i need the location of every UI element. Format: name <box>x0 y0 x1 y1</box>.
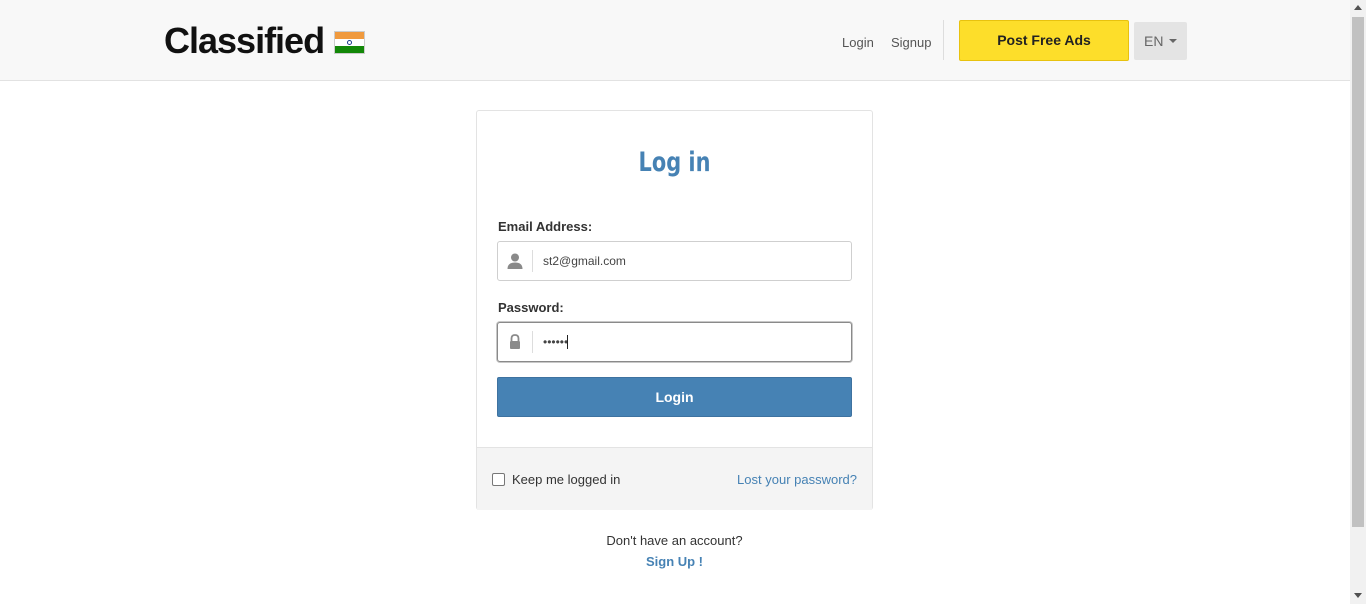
user-icon <box>498 242 532 280</box>
header-signup-link[interactable]: Signup <box>891 35 931 50</box>
india-flag-icon <box>334 31 365 54</box>
email-label: Email Address: <box>498 219 593 234</box>
vertical-scrollbar[interactable] <box>1350 0 1366 604</box>
email-field[interactable] <box>543 242 843 280</box>
password-label: Password: <box>498 300 564 315</box>
scroll-thumb[interactable] <box>1352 17 1364 527</box>
language-dropdown[interactable]: EN <box>1134 22 1187 60</box>
caret-down-icon <box>1169 39 1177 43</box>
lost-password-link[interactable]: Lost your password? <box>737 472 857 487</box>
card-footer: Keep me logged in Lost your password? <box>477 447 872 510</box>
header-login-link[interactable]: Login <box>842 35 874 50</box>
no-account-text: Don't have an account? <box>606 533 743 548</box>
language-label: EN <box>1144 33 1164 49</box>
site-logo[interactable]: Classified <box>164 20 325 62</box>
password-field[interactable] <box>543 323 843 361</box>
scroll-down-arrow-icon[interactable] <box>1354 593 1362 598</box>
email-input-group <box>497 241 852 281</box>
sign-up-link[interactable]: Sign Up ! <box>476 554 873 569</box>
keep-logged-in-label[interactable]: Keep me logged in <box>512 472 620 487</box>
password-input-group <box>497 322 852 362</box>
scroll-up-arrow-icon[interactable] <box>1354 5 1362 10</box>
page-title: Log in <box>638 147 711 178</box>
nav-divider <box>943 20 944 60</box>
post-free-ads-button[interactable]: Post Free Ads <box>959 20 1129 61</box>
login-card: Log in Email Address: Password: Login Ke… <box>476 110 873 510</box>
login-button[interactable]: Login <box>497 377 852 417</box>
site-header: Classified Login Signup Post Free Ads EN <box>0 0 1350 81</box>
text-cursor <box>567 335 568 349</box>
keep-logged-in-checkbox[interactable] <box>492 473 505 486</box>
lock-icon <box>498 323 532 361</box>
